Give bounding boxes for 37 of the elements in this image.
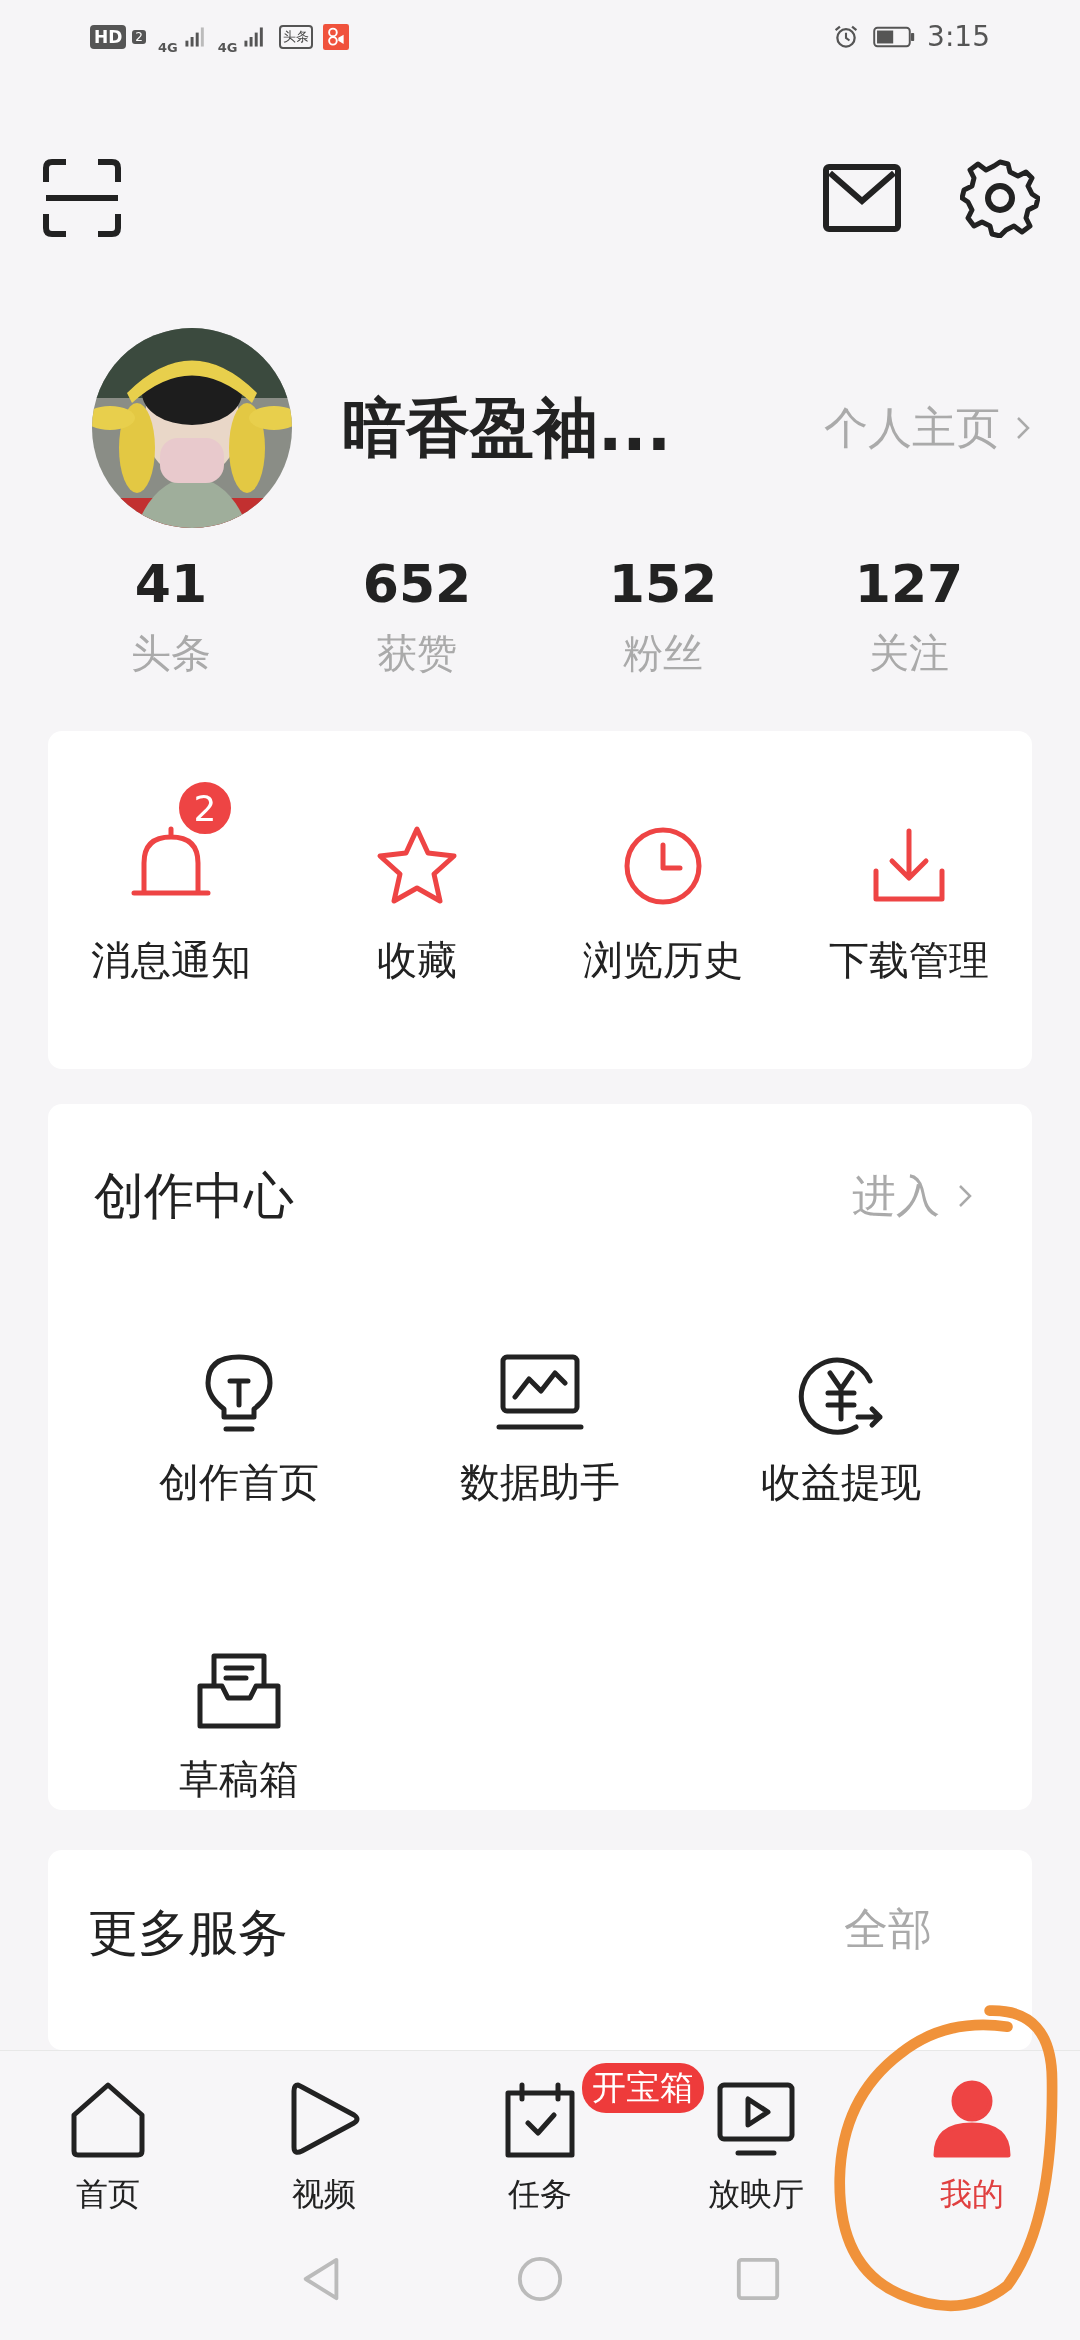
scan-icon[interactable] xyxy=(42,158,122,239)
app-notification-badge: 头条 xyxy=(279,24,314,49)
user-name: 暗香盈袖... xyxy=(342,389,672,467)
tab[interactable]: 首页 xyxy=(68,2079,148,2217)
section-title: 更多服务 xyxy=(88,1903,288,1964)
shortcut-label[interactable]: 下载管理 xyxy=(829,933,989,989)
clock-time: 3:15 xyxy=(927,20,990,54)
alarm-icon xyxy=(833,23,860,50)
tab[interactable]: 视频 xyxy=(284,2079,364,2217)
shortcut-label[interactable]: 浏览历史 xyxy=(583,933,743,989)
tab[interactable]: 放映厅 xyxy=(708,2079,804,2217)
signal-icon xyxy=(243,24,266,49)
sim-number: 2 xyxy=(132,29,146,44)
battery-icon xyxy=(873,25,916,48)
stat-value[interactable]: 652 xyxy=(362,554,472,615)
person-icon xyxy=(932,2079,1012,2159)
chevron-right-icon xyxy=(1016,416,1030,441)
chevron-right-icon xyxy=(958,1184,972,1209)
tab[interactable]: 任务 xyxy=(500,2079,580,2217)
stat-value[interactable]: 127 xyxy=(854,554,964,615)
section-title: 创作中心 xyxy=(94,1165,294,1227)
stat-value[interactable]: 41 xyxy=(134,554,208,615)
tool-label[interactable]: 数据助手 xyxy=(460,1454,620,1510)
stat-value[interactable]: 152 xyxy=(608,554,718,615)
tool-label[interactable]: 收益提现 xyxy=(761,1454,922,1510)
video-app-icon xyxy=(323,23,350,50)
tool-label[interactable]: 创作首页 xyxy=(158,1454,319,1510)
tool-label[interactable]: 草稿箱 xyxy=(178,1751,299,1807)
shortcut-label[interactable]: 收藏 xyxy=(377,933,457,989)
hd-badge: HD xyxy=(90,24,127,49)
network-type: 4G xyxy=(158,40,178,56)
shortcut-label[interactable]: 消息通知 xyxy=(91,933,251,989)
tab-badge: 开宝箱 xyxy=(582,2063,704,2113)
signal-icon xyxy=(183,24,206,49)
settings-icon[interactable] xyxy=(960,158,1040,239)
tab[interactable]: 我的 xyxy=(932,2079,1012,2217)
network-type: 4G xyxy=(217,40,238,56)
